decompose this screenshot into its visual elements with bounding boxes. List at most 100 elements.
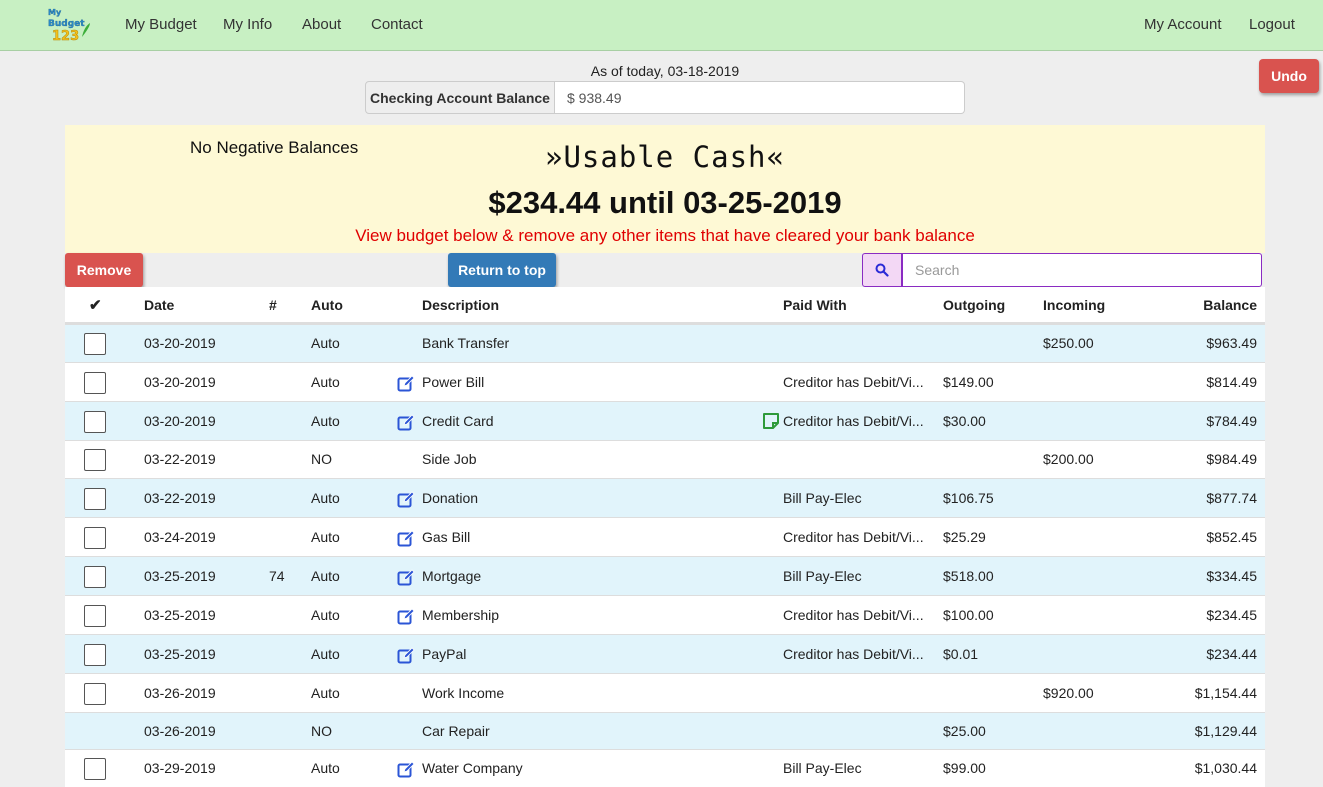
row-balance: $234.45 — [1206, 607, 1257, 623]
nav-about[interactable]: About — [302, 16, 341, 33]
row-auto: Auto — [311, 374, 340, 390]
row-outgoing: $25.29 — [943, 529, 986, 545]
row-auto: Auto — [311, 607, 340, 623]
row-number: 74 — [269, 568, 285, 584]
search-input[interactable] — [902, 253, 1262, 287]
row-date: 03-25-2019 — [144, 568, 216, 584]
nav-my-account[interactable]: My Account — [1144, 16, 1222, 33]
nav-logout[interactable]: Logout — [1249, 16, 1295, 33]
table-row[interactable]: 03-20-2019 Auto Power Bill Creditor has Deb… — [65, 362, 1265, 401]
row-description: Water Company — [422, 760, 523, 776]
edit-icon[interactable] — [397, 491, 415, 509]
search-icon — [875, 263, 889, 277]
row-paid-with: Creditor has Debit/Vi... — [783, 413, 924, 429]
edit-icon[interactable] — [397, 608, 415, 626]
header-incoming[interactable]: Incoming — [1043, 297, 1105, 313]
row-checkbox[interactable] — [84, 758, 106, 780]
row-outgoing: $30.00 — [943, 413, 986, 429]
row-paid-with: Creditor has Debit/Vi... — [783, 529, 924, 545]
row-checkbox[interactable] — [84, 605, 106, 627]
header-auto[interactable]: Auto — [311, 297, 343, 313]
row-checkbox[interactable] — [84, 566, 106, 588]
row-balance: $963.49 — [1206, 335, 1257, 351]
row-description: Gas Bill — [422, 529, 471, 545]
edit-icon[interactable] — [397, 647, 415, 665]
table-row[interactable]: 03-25-2019 74 Auto Mortgage Bill Pay-Elec $51… — [65, 556, 1265, 595]
row-date: 03-22-2019 — [144, 451, 216, 467]
row-outgoing: $100.00 — [943, 607, 994, 623]
row-balance: $814.49 — [1206, 374, 1257, 390]
row-checkbox[interactable] — [84, 683, 106, 705]
row-description: Side Job — [422, 451, 477, 467]
cleared-items-warning: View budget below & remove any other ite… — [355, 226, 975, 245]
row-checkbox[interactable] — [84, 411, 106, 433]
row-date: 03-22-2019 — [144, 490, 216, 506]
row-description: Car Repair — [422, 723, 490, 739]
budget-table: ✔ Date # Auto Description Paid With Outg… — [65, 287, 1265, 787]
row-paid-with: Creditor has Debit/Vi... — [783, 646, 924, 662]
table-row[interactable]: 03-26-2019 Auto Work Income $920.00 $1,154.4… — [65, 673, 1265, 712]
nav-my-info[interactable]: My Info — [223, 16, 272, 33]
header-number[interactable]: # — [269, 297, 277, 313]
header-paid-with[interactable]: Paid With — [783, 297, 847, 313]
as-of-date: As of today, 03-18-2019 — [590, 63, 740, 79]
row-checkbox[interactable] — [84, 488, 106, 510]
edit-icon[interactable] — [397, 375, 415, 393]
row-paid-with: Bill Pay-Elec — [783, 490, 862, 506]
row-auto: Auto — [311, 490, 340, 506]
table-row[interactable]: 03-29-2019 Auto Water Company Bill Pay-Elec… — [65, 749, 1265, 787]
edit-icon[interactable] — [397, 761, 415, 779]
header-description[interactable]: Description — [422, 297, 499, 313]
return-to-top-button[interactable]: Return to top — [448, 253, 556, 287]
edit-icon[interactable] — [397, 414, 415, 432]
search-button[interactable] — [862, 253, 902, 287]
table-row[interactable]: 03-22-2019 Auto Donation Bill Pay-Elec $106.… — [65, 478, 1265, 517]
table-row[interactable]: 03-24-2019 Auto Gas Bill Creditor has Debit… — [65, 517, 1265, 556]
row-balance: $1,030.44 — [1194, 760, 1257, 776]
row-checkbox[interactable] — [84, 333, 106, 355]
usable-cash-title: »Usable Cash« — [545, 140, 785, 174]
table-body: 03-20-2019 Auto Bank Transfer $250.00 $963.4… — [65, 324, 1265, 787]
header-outgoing[interactable]: Outgoing — [943, 297, 1005, 313]
balance-group: Checking Account Balance — [365, 81, 965, 114]
row-balance: $1,154.44 — [1194, 685, 1257, 701]
edit-icon[interactable] — [397, 569, 415, 587]
row-date: 03-20-2019 — [144, 413, 216, 429]
usable-cash-banner: No Negative Balances »Usable Cash« $234.… — [65, 125, 1265, 253]
nav-my-budget[interactable]: My Budget — [125, 16, 197, 33]
row-outgoing: $99.00 — [943, 760, 986, 776]
row-description: Credit Card — [422, 413, 494, 429]
row-outgoing: $0.01 — [943, 646, 979, 662]
row-checkbox[interactable] — [84, 372, 106, 394]
table-row[interactable]: 03-25-2019 Auto Membership Creditor has Deb… — [65, 595, 1265, 634]
my-budget-logo[interactable]: My Budget 123 — [46, 5, 92, 43]
row-checkbox[interactable] — [84, 449, 106, 471]
row-date: 03-26-2019 — [144, 723, 216, 739]
nav-contact[interactable]: Contact — [371, 16, 423, 33]
table-row[interactable]: 03-20-2019 Auto Credit Card Creditor has De… — [65, 401, 1265, 440]
checking-balance-input[interactable] — [555, 81, 965, 114]
header-balance[interactable]: Balance — [1203, 297, 1257, 313]
select-all-header[interactable]: ✔ — [89, 296, 102, 314]
table-row[interactable]: 03-20-2019 Auto Bank Transfer $250.00 $963.4… — [65, 324, 1265, 362]
table-row[interactable]: 03-26-2019 NO Car Repair $25.00 $1,129.44 — [65, 712, 1265, 749]
undo-button[interactable]: Undo — [1259, 59, 1319, 93]
row-date: 03-24-2019 — [144, 529, 216, 545]
note-icon[interactable] — [762, 412, 780, 430]
row-incoming: $920.00 — [1043, 685, 1094, 701]
table-row[interactable]: 03-25-2019 Auto PayPal Creditor has Debit/V… — [65, 634, 1265, 673]
table-row[interactable]: 03-22-2019 NO Side Job $200.00 $984.49 — [65, 440, 1265, 478]
row-auto: Auto — [311, 568, 340, 584]
row-auto: NO — [311, 451, 332, 467]
remove-button[interactable]: Remove — [65, 253, 143, 287]
row-auto: NO — [311, 723, 332, 739]
edit-icon[interactable] — [397, 530, 415, 548]
row-checkbox[interactable] — [84, 644, 106, 666]
header-date[interactable]: Date — [144, 297, 174, 313]
row-checkbox[interactable] — [84, 527, 106, 549]
row-description: Power Bill — [422, 374, 485, 390]
row-auto: Auto — [311, 529, 340, 545]
svg-text:My: My — [48, 8, 62, 17]
row-paid-with: Bill Pay-Elec — [783, 760, 862, 776]
usable-cash-amount: $234.44 until 03-25-2019 — [488, 185, 842, 220]
